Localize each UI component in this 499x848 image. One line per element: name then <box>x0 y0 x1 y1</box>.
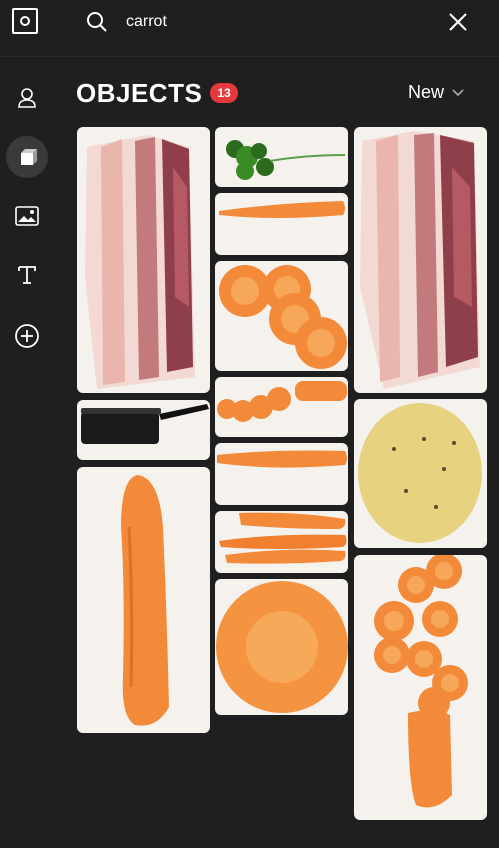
sort-label: New <box>408 82 445 102</box>
close-icon[interactable] <box>448 12 468 32</box>
object-tile-carrot-slices[interactable] <box>215 261 348 371</box>
object-tile-saucepan[interactable] <box>77 400 210 460</box>
search-input[interactable] <box>126 10 416 34</box>
sidebar-item-images[interactable] <box>6 195 48 237</box>
plus-circle-icon <box>15 324 39 348</box>
object-tile-parsley[interactable] <box>215 127 348 187</box>
saucepan-image <box>81 404 209 444</box>
object-tile-carrot-round-slice[interactable] <box>215 579 348 715</box>
sort-dropdown[interactable]: New <box>408 82 464 103</box>
carrot-horizontal-image <box>219 201 345 218</box>
parsley-image <box>226 140 346 180</box>
object-tile-carrot-sliced-stack[interactable] <box>354 555 487 820</box>
carrot-bunch-image <box>219 512 347 564</box>
carrot-cut-pieces-image <box>217 381 347 422</box>
carrot-round-slice-image <box>216 581 348 713</box>
text-icon <box>18 266 36 284</box>
sidebar-item-objects[interactable] <box>6 136 48 178</box>
sidebar-item-person[interactable] <box>6 77 48 119</box>
sidebar-item-add[interactable] <box>6 315 48 357</box>
section-title: OBJECTS <box>76 78 203 108</box>
carrot-sliced-stack-image <box>374 555 468 808</box>
object-tile-potato[interactable] <box>354 399 487 548</box>
object-tile-bacon-2[interactable] <box>354 127 487 393</box>
object-tile-bacon[interactable] <box>77 127 210 393</box>
person-icon <box>18 88 36 108</box>
object-tile-carrot-horizontal[interactable] <box>215 193 348 255</box>
sidebar <box>0 57 56 848</box>
object-tile-carrot-whole[interactable] <box>215 443 348 505</box>
bacon-image <box>85 135 195 389</box>
search-icon <box>87 12 107 32</box>
object-tile-carrot-cut-pieces[interactable] <box>215 377 348 437</box>
carrot-slices-image <box>219 265 347 369</box>
count-badge: 13 <box>210 83 238 103</box>
chevron-down-icon <box>452 88 464 96</box>
cube-icon <box>21 149 37 165</box>
carrot-whole-image <box>217 450 347 468</box>
potato-image <box>358 403 482 543</box>
bacon-image <box>360 131 480 389</box>
top-bar <box>0 0 499 57</box>
sidebar-item-text[interactable] <box>6 254 48 296</box>
app-logo-icon[interactable] <box>12 8 38 34</box>
image-icon <box>15 206 39 226</box>
carrot-upright-image <box>121 475 169 726</box>
object-tile-carrot-bunch[interactable] <box>215 511 348 573</box>
object-tile-carrot-upright[interactable] <box>77 467 210 733</box>
